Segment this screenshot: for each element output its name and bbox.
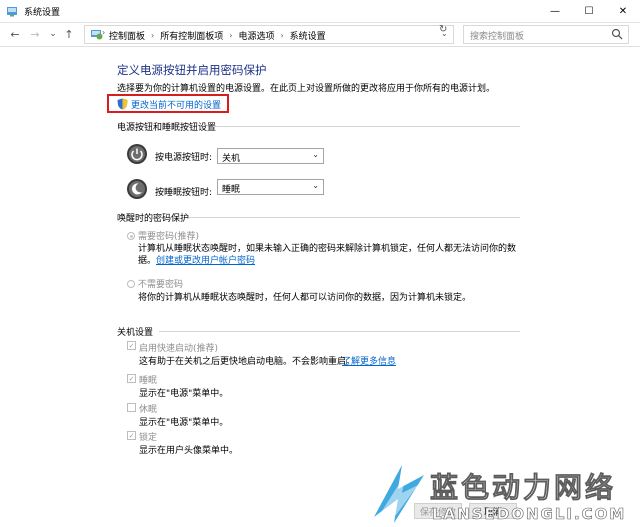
password-section-title: 唤醒时的密码保护 bbox=[117, 214, 190, 224]
breadcrumb-item[interactable]: 电源选项 bbox=[238, 29, 274, 42]
power-button-action-value: 关机 bbox=[222, 154, 241, 164]
no-password-description: 将你的计算机从睡眠状态唤醒时，任何人都可以访问你的数据，因为计算机未锁定。 bbox=[138, 293, 472, 303]
chevron-down-icon: ⌄ bbox=[312, 150, 319, 159]
sleep-option-label: 睡眠 bbox=[139, 376, 158, 386]
search-placeholder: 搜索控制面板 bbox=[470, 32, 525, 42]
lock-option-description: 显示在用户头像菜单中。 bbox=[139, 446, 239, 456]
breadcrumb-box[interactable]: › 控制面板 › 所有控制面板项 › 电源选项 › 系统设置 ⌄ bbox=[84, 25, 454, 44]
sleep-option-description: 显示在"电源"菜单中。 bbox=[139, 389, 229, 399]
power-button-label: 按电源按钮时: bbox=[155, 153, 213, 163]
close-button[interactable]: ✕ bbox=[606, 0, 640, 22]
forward-button[interactable]: → bbox=[28, 27, 42, 41]
sleep-button-label: 按睡眠按钮时: bbox=[155, 188, 213, 198]
breadcrumb-item[interactable]: 所有控制面板项 bbox=[160, 29, 223, 42]
minimize-button[interactable]: — bbox=[538, 0, 572, 22]
sleep-button-icon bbox=[127, 179, 147, 199]
refresh-button[interactable]: ↻ bbox=[439, 24, 447, 35]
require-password-description-cont: 据。 bbox=[138, 256, 157, 266]
recent-locations-button[interactable]: ⌄ bbox=[46, 27, 60, 41]
window-title: 系统设置 bbox=[24, 8, 61, 18]
breadcrumb-item[interactable]: 控制面板 bbox=[109, 29, 145, 42]
breadcrumb: 控制面板 › 所有控制面板项 › 电源选项 › 系统设置 bbox=[109, 29, 326, 42]
sleep-button-action-select[interactable]: 睡眠 ⌄ bbox=[217, 179, 324, 195]
watermark-logo: 蓝色动力网络 LANSEDONGLI.COM bbox=[374, 465, 626, 523]
search-input[interactable]: 搜索控制面板 bbox=[463, 25, 629, 44]
address-bar: ← → ⌄ ↑ › 控制面板 › 所有控制面板项 › 电源选项 › 系统设置 ⌄… bbox=[0, 22, 640, 47]
require-password-radio[interactable] bbox=[127, 232, 135, 240]
sleep-button-action-value: 睡眠 bbox=[222, 185, 241, 195]
fast-startup-label: 启用快速启动(推荐) bbox=[139, 344, 219, 354]
learn-more-link[interactable]: 了解更多信息 bbox=[342, 354, 396, 367]
breadcrumb-item[interactable]: 系统设置 bbox=[290, 29, 326, 42]
breadcrumb-root-separator: › bbox=[102, 28, 106, 37]
hibernate-option-label: 休眠 bbox=[139, 405, 158, 415]
fast-startup-description: 这有助于在关机之后更快地启动电脑。不会影响重启。 bbox=[139, 357, 356, 367]
create-password-link[interactable]: 创建或更改用户帐户密码 bbox=[156, 253, 255, 266]
title-bar: 系统设置 — ☐ ✕ bbox=[0, 0, 640, 23]
power-section-title: 电源按钮和睡眠按钮设置 bbox=[117, 123, 217, 133]
hibernate-option-description: 显示在"电源"菜单中。 bbox=[139, 418, 229, 428]
power-button-action-select[interactable]: 关机 ⌄ bbox=[217, 148, 324, 164]
no-password-radio[interactable] bbox=[127, 280, 135, 288]
change-unavailable-settings-link[interactable]: 更改当前不可用的设置 bbox=[131, 98, 221, 111]
breadcrumb-separator: › bbox=[151, 31, 155, 40]
page-description: 选择要为你的计算机设置的电源设置。在此页上对设置所做的更改将应用于你所有的电源计… bbox=[117, 84, 496, 94]
no-password-label: 不需要密码 bbox=[138, 280, 184, 290]
divider bbox=[159, 331, 520, 332]
sleep-checkbox[interactable]: ✓ bbox=[127, 374, 136, 383]
divider bbox=[213, 126, 520, 127]
page-title: 定义电源按钮并启用密码保护 bbox=[117, 63, 267, 77]
divider bbox=[189, 217, 520, 218]
lock-option-label: 锁定 bbox=[139, 433, 158, 443]
power-button-icon bbox=[127, 144, 147, 164]
chevron-down-icon: ⌄ bbox=[312, 181, 319, 190]
hibernate-checkbox[interactable] bbox=[127, 403, 136, 412]
back-button[interactable]: ← bbox=[8, 27, 22, 41]
shield-icon bbox=[117, 98, 128, 110]
lock-checkbox[interactable]: ✓ bbox=[127, 431, 136, 440]
watermark-url: LANSEDONGLI.COM bbox=[432, 505, 626, 523]
search-icon bbox=[611, 28, 623, 40]
control-panel-icon bbox=[7, 7, 17, 17]
up-button[interactable]: ↑ bbox=[62, 27, 76, 41]
breadcrumb-separator: › bbox=[280, 31, 284, 40]
watermark-text: 蓝色动力网络 bbox=[430, 471, 616, 504]
shutdown-section-title: 关机设置 bbox=[117, 328, 154, 338]
maximize-button[interactable]: ☐ bbox=[572, 0, 606, 22]
fast-startup-checkbox[interactable]: ✓ bbox=[127, 341, 136, 350]
breadcrumb-separator: › bbox=[229, 31, 233, 40]
